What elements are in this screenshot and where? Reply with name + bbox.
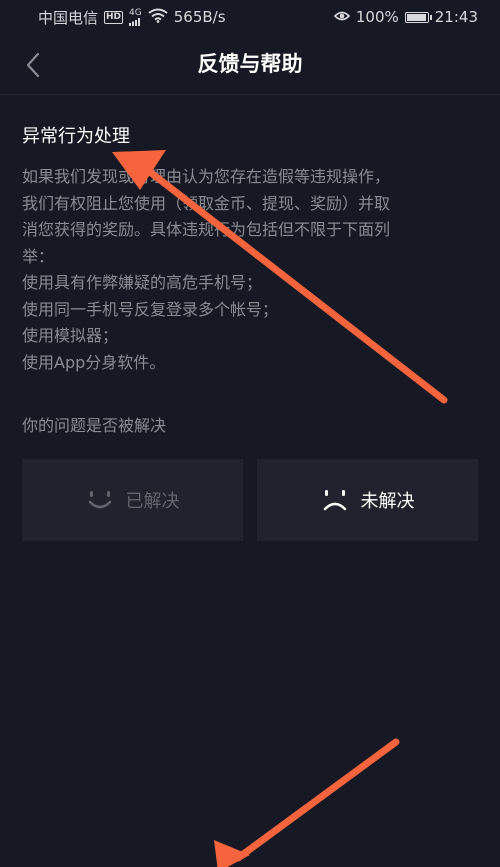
feedback-question: 你的问题是否被解决: [22, 416, 167, 435]
unresolved-button[interactable]: 未解决: [257, 459, 478, 541]
carrier-label: 中国电信: [38, 8, 99, 27]
battery-percent: 100%: [355, 8, 399, 26]
page-title: 反馈与帮助: [197, 52, 303, 76]
article-line: 举：: [22, 246, 55, 266]
frown-icon: [323, 490, 346, 511]
hd-icon: HD: [104, 10, 124, 24]
unresolved-label: 未解决: [360, 491, 415, 512]
article-line: 我们有权阻止您使用（领取金币、提现、奖励）并取: [22, 193, 391, 213]
arrow-lower: [214, 738, 400, 867]
network-speed: 565B/s: [173, 8, 226, 26]
status-bar: 中国电信 HD 4G 565B/s 100% 21:43: [0, 0, 500, 34]
resolved-label: 已解决: [125, 491, 180, 512]
article-line: 使用具有作弊嫌疑的高危手机号；: [22, 273, 263, 292]
clock: 21:43: [434, 8, 478, 26]
article-line: 消您获得的奖励。具体违规行为包括但不限于下面列: [22, 220, 391, 239]
status-right: 100% 21:43: [333, 8, 478, 26]
network-type-label: 4G: [129, 7, 142, 18]
nav-bar: 反馈与帮助: [0, 34, 500, 95]
article: 异常行为处理 如果我们发现或有理由认为您存在造假等违规操作， 我们有权阻止您使用…: [22, 124, 478, 376]
article-title: 异常行为处理: [22, 126, 130, 147]
article-line: 使用同一手机号反复登录多个帐号；: [22, 299, 279, 319]
smile-icon: [88, 491, 111, 509]
article-line: 使用App分身软件。: [22, 352, 166, 372]
article-line: 使用模拟器；: [22, 326, 119, 345]
4g-signal-icon: 4G: [129, 7, 142, 26]
article-line: 如果我们发现或有理由认为您存在造假等违规操作，: [22, 167, 391, 186]
wifi-icon: [148, 8, 168, 27]
resolved-button[interactable]: 已解决: [22, 459, 243, 541]
battery-icon: [404, 11, 432, 23]
eye-icon: [333, 8, 351, 26]
status-left: 中国电信 HD 4G 565B/s: [38, 7, 226, 28]
